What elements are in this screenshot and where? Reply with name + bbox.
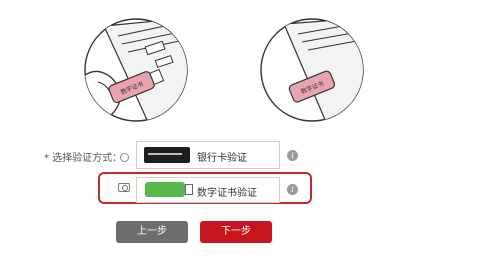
next-step-button[interactable]: 下一步 xyxy=(200,221,272,243)
verify-method-label: * 选择验证方式： xyxy=(44,153,123,164)
usb-key-icon xyxy=(145,182,193,197)
prev-step-button[interactable]: 上一步 xyxy=(116,221,188,243)
bank-card-option[interactable]: 银行卡验证 xyxy=(136,141,280,169)
bank-card-option-label: 银行卡验证 xyxy=(197,153,247,164)
usb-insert-hand-illustration: 数字证书 xyxy=(84,18,188,122)
digital-certificate-info-icon[interactable]: i xyxy=(287,184,298,195)
bank-card-icon xyxy=(144,147,190,163)
digital-certificate-option[interactable]: 数字证书验证 xyxy=(136,177,280,203)
bank-card-radio[interactable] xyxy=(120,153,129,162)
digital-certificate-option-label: 数字证书验证 xyxy=(197,188,257,199)
usb-plugged-illustration: 数字证书 xyxy=(260,18,364,122)
bank-card-info-icon[interactable]: i xyxy=(287,150,298,161)
certificate-radio-icon[interactable] xyxy=(118,183,130,192)
